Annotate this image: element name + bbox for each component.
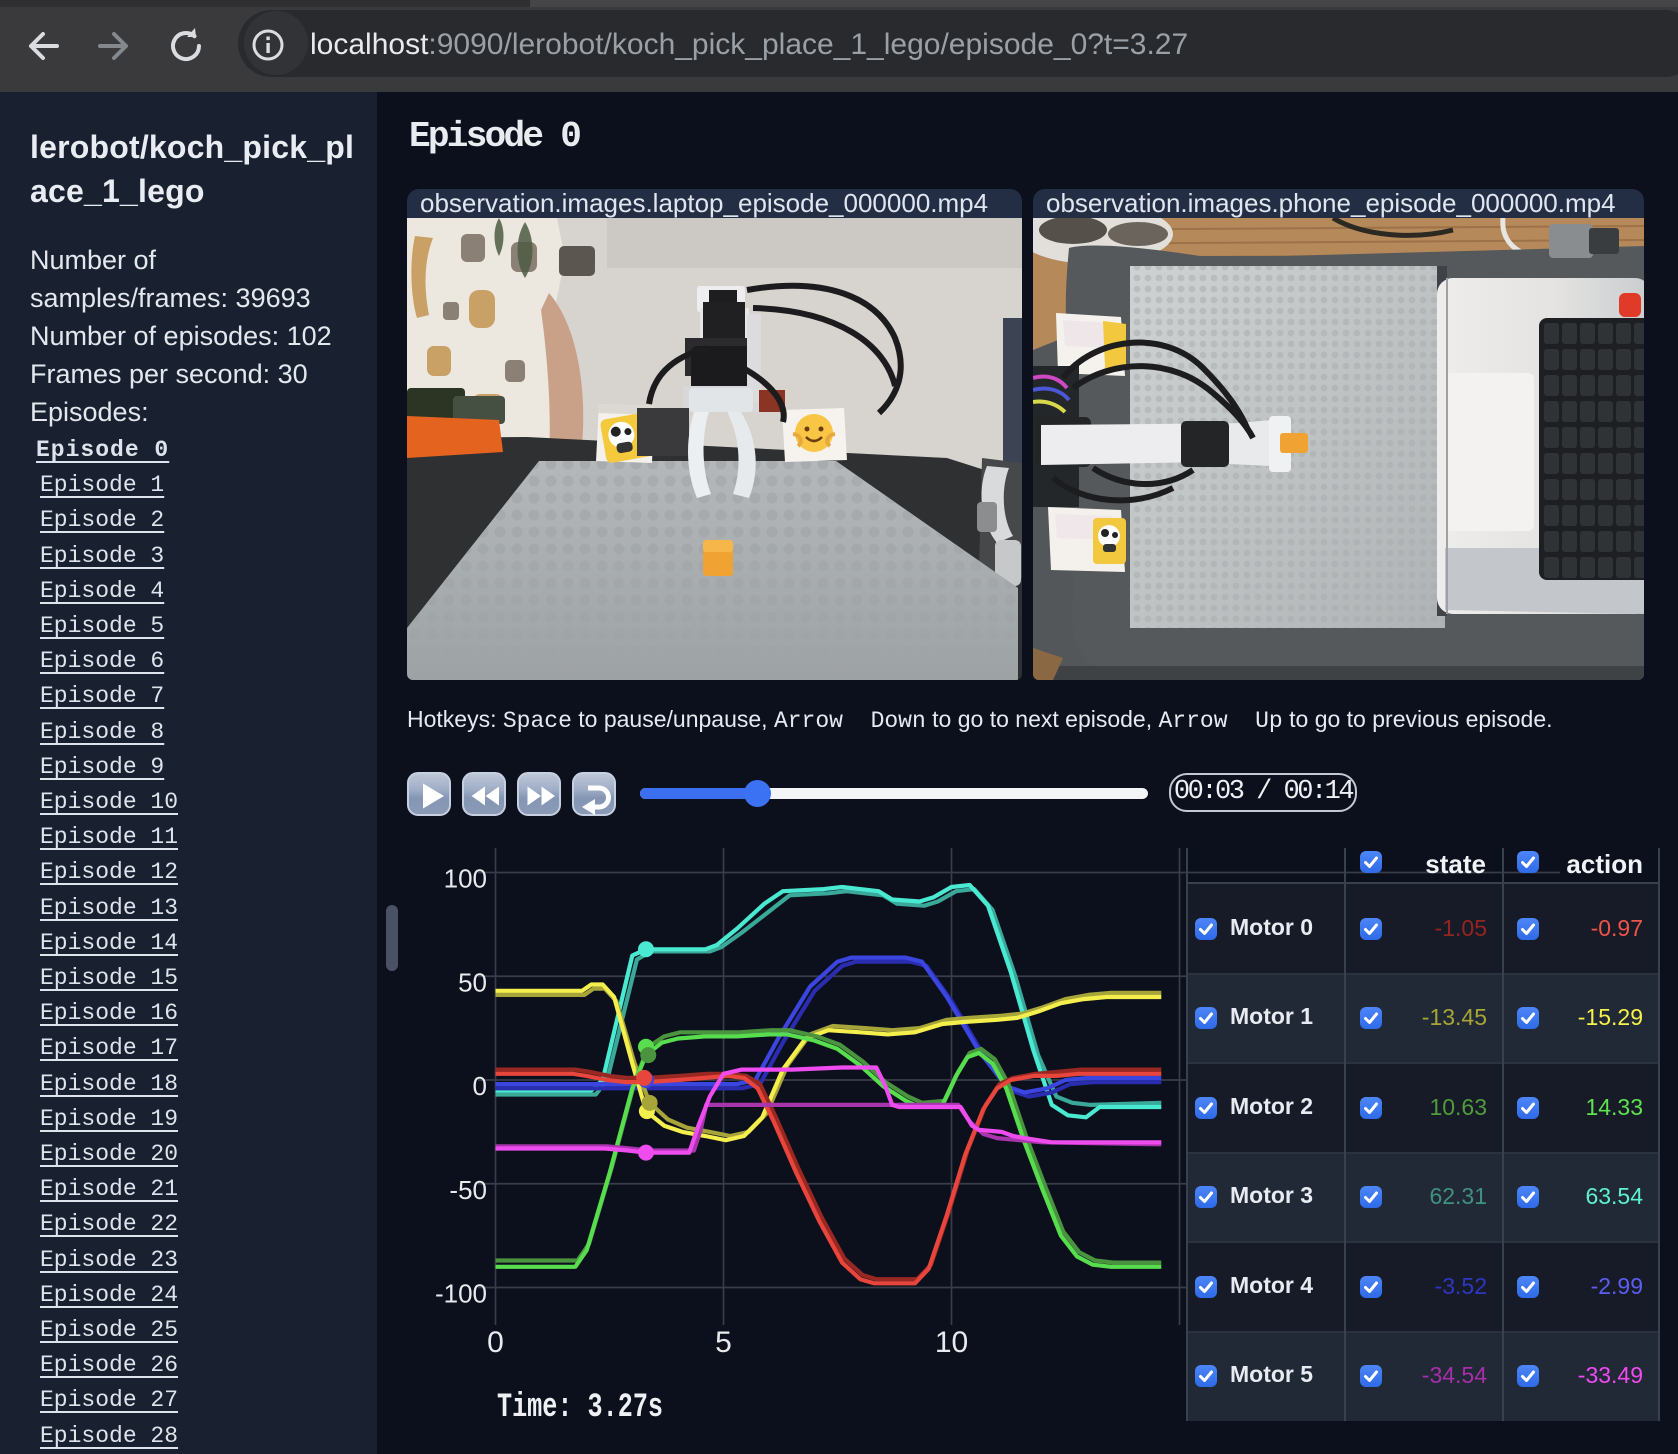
svg-text:0: 0 bbox=[473, 1071, 487, 1101]
svg-text:10: 10 bbox=[935, 1326, 968, 1359]
svg-text:100: 100 bbox=[444, 864, 487, 894]
svg-text:5: 5 bbox=[715, 1326, 732, 1359]
svg-text:50: 50 bbox=[458, 967, 487, 997]
svg-text:0: 0 bbox=[487, 1326, 504, 1359]
svg-text:Time: 3.27s: Time: 3.27s bbox=[497, 1389, 663, 1427]
svg-text:-100: -100 bbox=[435, 1279, 487, 1309]
svg-text:-50: -50 bbox=[449, 1175, 487, 1205]
